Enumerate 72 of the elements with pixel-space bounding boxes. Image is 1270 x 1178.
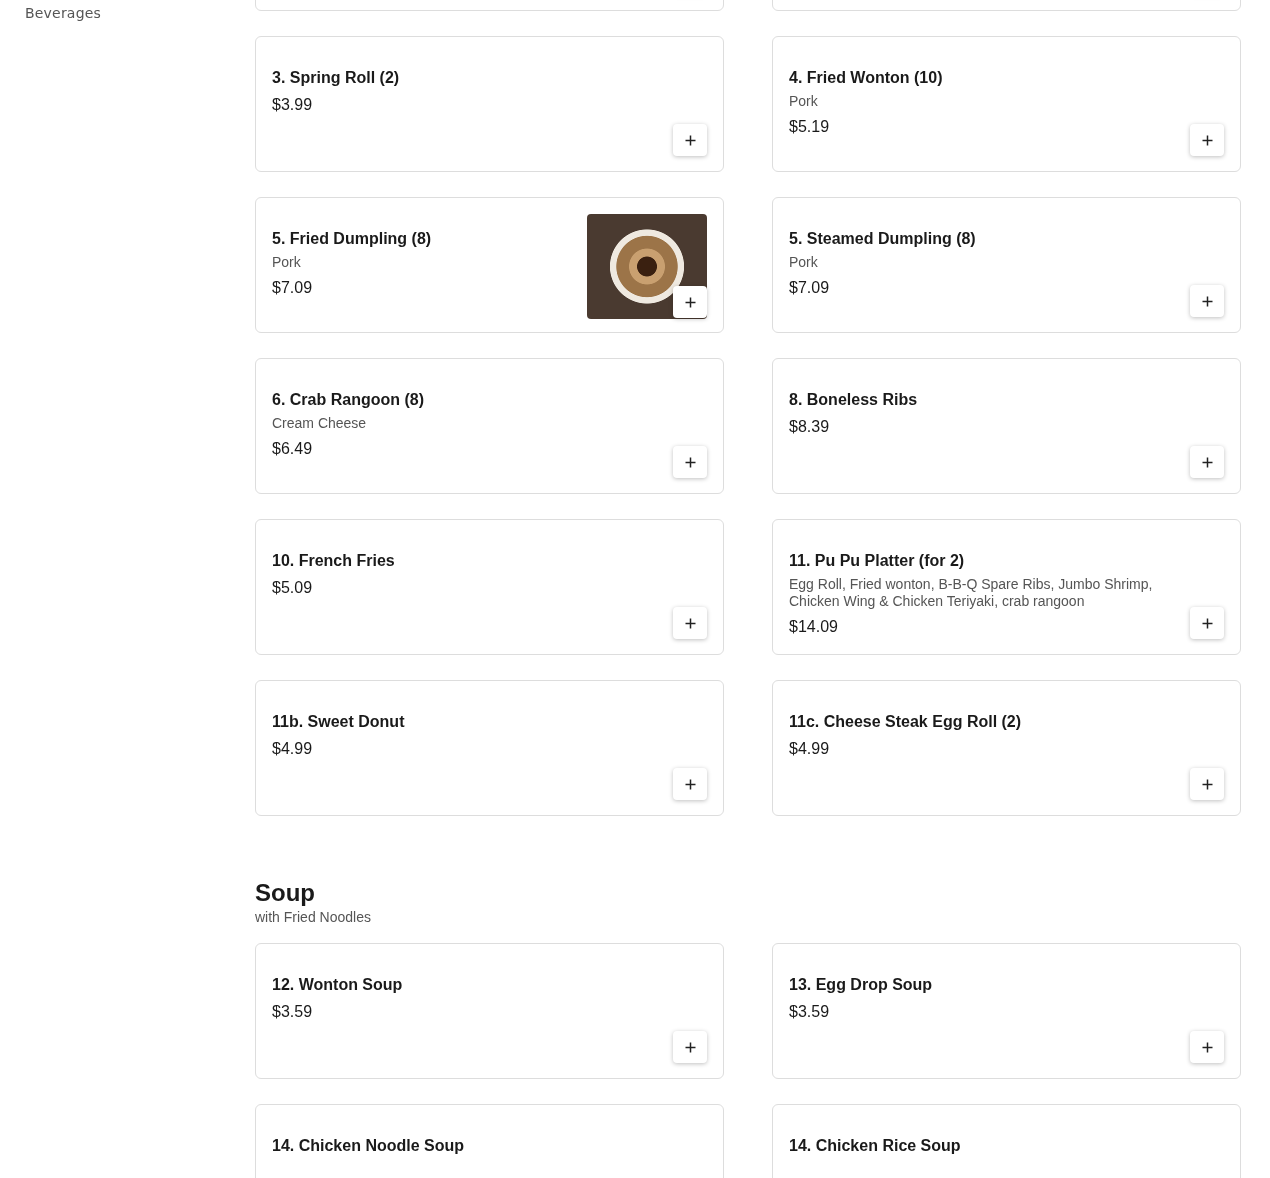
item-name: 6. Crab Rangoon (8) (272, 391, 425, 409)
add-button[interactable] (1190, 768, 1224, 800)
add-button[interactable] (1190, 1031, 1224, 1063)
add-button[interactable] (673, 1031, 707, 1063)
add-button[interactable] (673, 446, 707, 478)
plus-icon (684, 456, 696, 468)
plus-icon (684, 1041, 696, 1053)
item-price: $8.39 (789, 418, 831, 436)
item-price: $14.09 (789, 618, 839, 636)
item-price: $4.99 (789, 740, 831, 758)
item-description: Egg Roll, Fried wonton, B-B-Q Spare Ribs, Jumbo Shrimp, Chicken Wing & Chicken Teriyaki, crab rangoon (789, 576, 1154, 610)
menu-item-card[interactable]: 11b. Sweet Donut $4.99 (255, 680, 724, 816)
add-button[interactable] (1190, 124, 1224, 156)
item-name: 13. Egg Drop Soup (789, 976, 934, 994)
section-subtitle: with Fried Noodles (255, 909, 372, 925)
item-price: $6.49 (272, 440, 314, 458)
item-name: 10. French Fries (272, 552, 396, 570)
item-price: $4.99 (272, 740, 314, 758)
plus-icon (1201, 617, 1213, 629)
item-description: Pork (272, 254, 302, 271)
add-button[interactable] (1190, 285, 1224, 317)
item-price: $5.09 (272, 579, 314, 597)
plus-icon (1201, 778, 1213, 790)
item-description: Pork (789, 254, 819, 271)
item-price: $7.09 (272, 279, 314, 297)
item-name: 8. Boneless Ribs (789, 391, 919, 409)
add-button[interactable] (673, 286, 707, 318)
item-price: $7.09 (789, 279, 831, 297)
plus-icon (684, 778, 696, 790)
section-title: Soup (255, 879, 316, 907)
menu-item-card[interactable]: 13. Egg Drop Soup $3.59 (772, 943, 1241, 1079)
plus-icon (684, 296, 696, 308)
add-button[interactable] (673, 768, 707, 800)
plus-icon (684, 134, 696, 146)
menu-item-card[interactable]: 8. Boneless Ribs $8.39 (772, 358, 1241, 494)
add-button[interactable] (673, 124, 707, 156)
menu-item-card[interactable]: 11c. Cheese Steak Egg Roll (2) $4.99 (772, 680, 1241, 816)
add-button[interactable] (1190, 446, 1224, 478)
item-price: $3.59 (789, 1003, 831, 1021)
category-link[interactable]: Beverages (25, 5, 255, 21)
menu-item-card[interactable]: 6. Crab Rangoon (8) Cream Cheese $6.49 (255, 358, 724, 494)
plus-icon (1201, 134, 1213, 146)
item-name: 4. Fried Wonton (10) (789, 69, 944, 87)
item-name: 14. Chicken Rice Soup (789, 1137, 962, 1155)
item-name: 14. Chicken Noodle Soup (272, 1137, 466, 1155)
plus-icon (1201, 295, 1213, 307)
plus-icon (1201, 1041, 1213, 1053)
menu-item-card[interactable]: 14. Chicken Noodle Soup (255, 1104, 724, 1178)
menu-item-card[interactable]: 10. French Fries $5.09 (255, 519, 724, 655)
menu-item-card[interactable]: 11. Pu Pu Platter (for 2) Egg Roll, Fried wonton, B-B-Q Spare Ribs, Jumbo Shrimp, Chicken Wing & Chicken Teriyaki, crab rangoon $14.09 (772, 519, 1241, 655)
menu-item-card[interactable]: 12. Wonton Soup $3.59 (255, 943, 724, 1079)
item-price: $3.99 (272, 96, 314, 114)
menu-item-card[interactable]: 14. Chicken Rice Soup (772, 1104, 1241, 1178)
item-name: 5. Steamed Dumpling (8) (789, 230, 977, 248)
item-name: 12. Wonton Soup (272, 976, 404, 994)
menu-item-card[interactable]: 3. Spring Roll (2) $3.99 (255, 36, 724, 172)
plus-icon (684, 617, 696, 629)
menu-item-card[interactable]: 4. Fried Wonton (10) Pork $5.19 (772, 36, 1241, 172)
item-name: 5. Fried Dumpling (8) (272, 230, 433, 248)
item-name: 11. Pu Pu Platter (for 2) (789, 552, 966, 570)
menu-item-card[interactable]: 5. Steamed Dumpling (8) Pork $7.09 (772, 197, 1241, 333)
item-price: $5.19 (789, 118, 831, 136)
item-name: 11b. Sweet Donut (272, 713, 406, 731)
plus-icon (1201, 456, 1213, 468)
menu-item-card[interactable]: 5. Fried Dumpling (8) Pork $7.09 (255, 197, 724, 333)
item-description: Pork (789, 93, 819, 110)
item-price: $3.59 (272, 1003, 314, 1021)
item-name: 3. Spring Roll (2) (272, 69, 401, 87)
item-description: Cream Cheese (272, 415, 368, 432)
add-button[interactable] (1190, 607, 1224, 639)
item-name: 11c. Cheese Steak Egg Roll (2) (789, 713, 1023, 731)
add-button[interactable] (673, 607, 707, 639)
